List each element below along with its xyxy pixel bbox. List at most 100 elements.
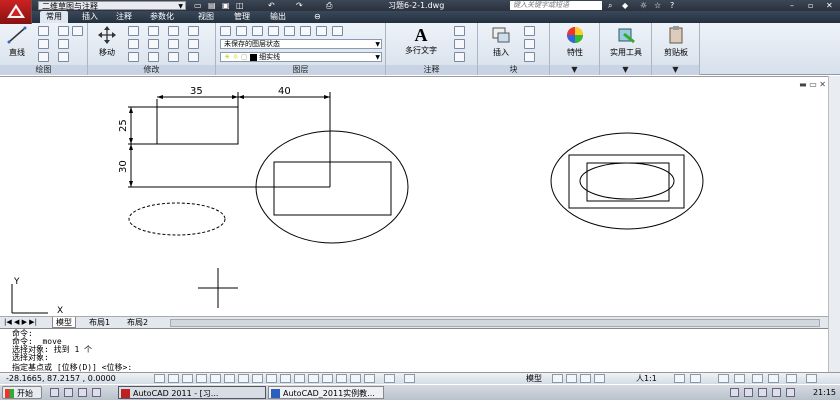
saveas-icon[interactable]: ◫ [236,0,244,11]
command-line[interactable]: 命令: 命令: _move 选择对象: 找到 1 个 选择对象: 指定基点或 [… [0,328,828,372]
security-icon[interactable] [772,388,781,397]
command-scrollbar[interactable] [828,328,840,372]
layer-match-icon[interactable] [300,26,311,36]
ie-icon[interactable] [50,388,59,397]
rotate-icon[interactable] [128,26,139,36]
media-player-icon[interactable] [78,388,87,397]
quick-view-drawings-icon[interactable] [566,374,577,383]
rectangle-icon[interactable] [58,26,69,36]
doc-close-icon[interactable]: ✕ [819,80,826,89]
dynamic-input-icon[interactable] [266,374,277,383]
search-input[interactable]: 键入关键字或短语 [510,1,602,10]
tab-layout1[interactable]: 布局1 [86,317,113,328]
language-bar-icon[interactable] [730,388,739,397]
array-icon[interactable] [168,52,179,62]
ucs-icon[interactable] [350,374,361,383]
doc-restore-icon[interactable]: ▭ [809,80,817,89]
undo-icon[interactable]: ↶ [268,0,275,11]
ribbon-toggle-icon[interactable]: ⊖ [308,11,327,23]
tab-insert[interactable]: 插入 [76,11,104,23]
line-button[interactable]: 直线 [2,25,32,58]
block-panel-title[interactable]: 块 [478,65,549,75]
show-motion-icon[interactable] [364,374,375,383]
drawing-circle[interactable] [550,132,704,230]
layer-previous-icon[interactable] [316,26,327,36]
coordinate-display[interactable]: -28.1665, 87.2157 , 0.0000 [6,374,116,384]
annotation-monitor-icon[interactable] [336,374,347,383]
layers-panel-title[interactable]: 图层 [216,65,385,75]
scale-icon[interactable] [148,52,159,62]
ortho-mode-icon[interactable] [182,374,193,383]
clipboard-panel-dropdown[interactable]: ▼ [652,65,699,75]
edit-block-icon[interactable] [524,39,535,49]
layer-freeze-icon[interactable] [268,26,279,36]
workspace-switch-icon[interactable] [718,374,729,383]
leader-icon[interactable] [454,39,465,49]
dim-text-height[interactable]: 25 [118,119,129,132]
isolate-objects-icon[interactable] [768,374,779,383]
quick-view-layouts-icon[interactable] [552,374,563,383]
polar-tracking-icon[interactable] [196,374,207,383]
clipboard-button[interactable]: 剪贴板 [654,25,698,58]
explode-icon[interactable] [188,26,199,36]
spline-icon[interactable] [72,26,83,36]
annotation-scale[interactable]: 人1:1 [636,374,657,384]
status-menu-icon[interactable] [786,374,797,383]
table-icon[interactable] [454,52,465,62]
drawing-rectangle[interactable] [273,161,392,216]
tab-view[interactable]: 视图 [192,11,220,23]
tab-manage[interactable]: 管理 [228,11,256,23]
minimize-icon[interactable]: – [790,0,794,11]
transparency-icon[interactable] [294,374,305,383]
taskbar-item-autocad[interactable]: AutoCAD 2011 - [习... [118,386,266,399]
annotation-panel-title[interactable]: 注释 [386,65,477,75]
workspace-dropdown[interactable]: 二维草图与注释 ▼ [38,1,186,11]
modify-panel-title[interactable]: 修改 [88,65,215,75]
drawing-area[interactable]: 35 40 25 30 Y X [0,76,828,316]
layer-walk-icon[interactable] [332,26,343,36]
horizontal-scrollbar[interactable] [170,319,820,327]
tab-parametric[interactable]: 参数化 [144,11,180,23]
create-block-icon[interactable] [524,26,535,36]
properties-panel-dropdown[interactable]: ▼ [550,65,599,75]
favorites-icon[interactable]: ☆ [654,0,661,11]
quick-view-icon[interactable] [404,374,415,383]
stretch-icon[interactable] [128,52,139,62]
doc-minimize-icon[interactable]: ▬ [799,80,807,89]
object-snap-tracking-icon[interactable] [238,374,249,383]
tray-icon[interactable] [786,388,795,397]
auto-scale-icon[interactable] [690,374,701,383]
tab-home[interactable]: 常用 [40,11,68,23]
tab-nav-arrows-icon[interactable]: |◀ ◀ ▶ ▶| [4,317,37,328]
vertical-scrollbar[interactable] [828,76,840,328]
arc-icon[interactable] [38,52,49,62]
dynamic-ucs-toggle-icon[interactable] [384,374,395,383]
hardware-acceleration-icon[interactable] [752,374,763,383]
layer-isolate-icon[interactable] [252,26,263,36]
annotation-visibility-icon[interactable] [674,374,685,383]
fillet-icon[interactable] [168,39,179,49]
lock-ui-icon[interactable] [734,374,745,383]
snap-mode-icon[interactable] [154,374,165,383]
selection-cycling-icon[interactable] [322,374,333,383]
3d-object-snap-icon[interactable] [224,374,235,383]
properties-button[interactable]: 特性 [554,25,596,58]
quicklaunch-icon[interactable] [92,388,101,397]
model-space-label[interactable]: 模型 [526,374,542,384]
object-snap-icon[interactable] [210,374,221,383]
tab-output[interactable]: 输出 [264,11,292,23]
layer-select[interactable]: ☀ ☼ ▢ 细实线 ▼ [220,52,382,62]
save-icon[interactable]: ▣ [222,0,230,11]
clock[interactable]: 21:15 [813,386,836,399]
dimension-icon[interactable] [454,26,465,36]
dim-text-offset[interactable]: 40 [278,86,291,97]
utilities-panel-dropdown[interactable]: ▼ [600,65,651,75]
move-button[interactable]: 移动 [92,25,122,58]
volume-icon[interactable] [758,388,767,397]
offset-icon[interactable] [188,39,199,49]
grid-display-icon[interactable] [168,374,179,383]
maximize-icon[interactable]: ▫ [808,0,813,11]
drawing-rectangle[interactable] [156,106,239,145]
close-icon[interactable]: ✕ [826,0,833,11]
trim-icon[interactable] [148,26,159,36]
